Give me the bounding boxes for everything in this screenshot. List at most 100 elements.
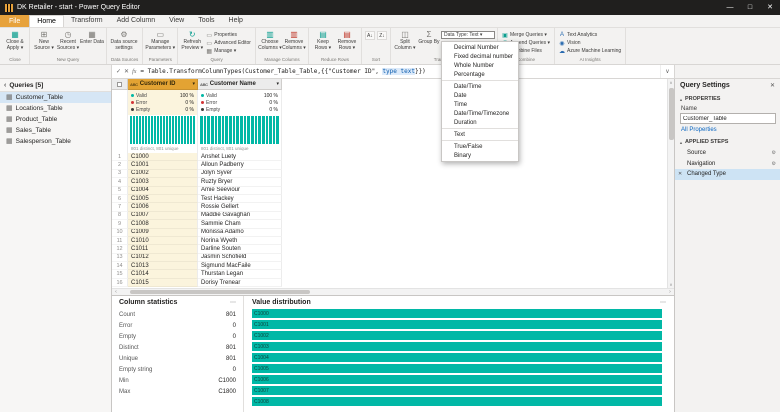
- cell-customer-id[interactable]: C1011: [128, 245, 198, 254]
- tab-transform[interactable]: Transform: [64, 15, 110, 27]
- cell-customer-id[interactable]: C1005: [128, 194, 198, 204]
- properties-section-header[interactable]: ▴ PROPERTIES: [675, 92, 780, 104]
- cell-customer-name[interactable]: Amie Seeviour: [198, 186, 282, 195]
- tab-home[interactable]: Home: [29, 15, 64, 27]
- merge-queries-button[interactable]: ▣ Merge Queries ▾: [500, 31, 552, 39]
- manage-parameters-button[interactable]: ▭ Manage Parameters ▾: [145, 29, 175, 56]
- value-distribution-menu-icon[interactable]: ⋯: [660, 299, 666, 306]
- new-source-button[interactable]: ⊞ New Source ▾: [32, 29, 56, 56]
- group-by-button[interactable]: Σ Group By: [417, 29, 441, 56]
- value-bar[interactable]: C1007: [252, 386, 662, 395]
- scroll-up-icon[interactable]: ∧: [670, 79, 673, 86]
- menu-item-text[interactable]: Text: [442, 130, 518, 139]
- query-item-product-table[interactable]: ▦ Product_Table: [0, 114, 111, 125]
- step-settings-icon[interactable]: ⚙: [772, 161, 776, 167]
- horizontal-scrollbar-thumb[interactable]: [130, 290, 310, 294]
- value-bar[interactable]: C1008: [252, 397, 662, 406]
- cell-customer-name[interactable]: Rossie Gellert: [198, 203, 282, 212]
- data-type-button[interactable]: Data Type: Text ▾ Decimal Number Fixed de…: [440, 31, 519, 162]
- tab-help[interactable]: Help: [222, 15, 250, 27]
- cell-customer-id[interactable]: C1006: [128, 203, 198, 212]
- remove-columns-button[interactable]: ▥ Remove Columns ▾: [282, 29, 306, 56]
- data-source-settings-button[interactable]: ⚙ Data source settings: [109, 29, 139, 56]
- all-properties-link[interactable]: All Properties: [675, 124, 780, 135]
- keep-rows-button[interactable]: ▤ Keep Rows ▾: [311, 29, 335, 56]
- cell-customer-name[interactable]: Sigmund MacFaile: [198, 262, 282, 271]
- value-bar[interactable]: C1003: [252, 342, 662, 351]
- cell-customer-name[interactable]: Monissa Adamo: [198, 228, 282, 237]
- formula-input[interactable]: = Table.TransformColumnTypes(Customer_Ta…: [140, 65, 660, 78]
- cell-customer-name[interactable]: Jolyn Syver: [198, 169, 282, 179]
- tab-view[interactable]: View: [162, 15, 191, 27]
- value-bar[interactable]: C1004: [252, 353, 662, 362]
- cell-customer-name[interactable]: Maddie Gavaghan: [198, 211, 282, 221]
- row-number[interactable]: 12: [112, 245, 128, 254]
- query-item-customer-table[interactable]: ▦ Customer_Table: [0, 92, 111, 103]
- row-number[interactable]: 6: [112, 194, 128, 204]
- vertical-scrollbar[interactable]: ∧ ∨: [667, 79, 674, 288]
- cell-customer-id[interactable]: C1015: [128, 278, 198, 288]
- choose-columns-button[interactable]: ▥ Choose Columns ▾: [258, 29, 282, 56]
- advanced-editor-button[interactable]: ▭ Advanced Editor: [204, 39, 253, 47]
- menu-item-whole-number[interactable]: Whole Number: [442, 61, 518, 70]
- scroll-right-icon[interactable]: ›: [666, 289, 674, 295]
- cell-customer-id[interactable]: C1004: [128, 186, 198, 195]
- recent-sources-button[interactable]: ◷ Recent Sources ▾: [56, 29, 80, 56]
- cell-customer-id[interactable]: C1012: [128, 253, 198, 263]
- cell-customer-id[interactable]: C1001: [128, 161, 198, 170]
- row-number[interactable]: 13: [112, 253, 128, 263]
- menu-item-fixed-decimal-number[interactable]: Fixed decimal number: [442, 52, 518, 61]
- row-number[interactable]: 3: [112, 169, 128, 179]
- sort-descending-button[interactable]: Z↓: [376, 31, 387, 40]
- row-number[interactable]: 8: [112, 211, 128, 221]
- cell-customer-id[interactable]: C1000: [128, 153, 198, 162]
- scroll-down-icon[interactable]: ∨: [670, 281, 673, 288]
- menu-item-binary[interactable]: Binary: [442, 151, 518, 160]
- cancel-formula-icon[interactable]: ✕: [124, 68, 129, 75]
- sort-ascending-button[interactable]: A↓: [364, 31, 375, 40]
- column-header-customer-id[interactable]: ABC Customer ID ▾: [128, 79, 198, 90]
- cell-customer-name[interactable]: Dorisy Trenear: [198, 278, 282, 288]
- row-number[interactable]: 5: [112, 186, 128, 195]
- menu-item-date-time[interactable]: Date/Time: [442, 82, 518, 91]
- menu-item-true-false[interactable]: True/False: [442, 142, 518, 151]
- delete-step-icon[interactable]: ✕: [678, 171, 682, 177]
- close-and-apply-button[interactable]: ▦ Close & Apply ▾: [3, 29, 27, 56]
- cell-customer-id[interactable]: C1010: [128, 236, 198, 246]
- menu-item-duration[interactable]: Duration: [442, 118, 518, 127]
- applied-step-source[interactable]: Source ⚙: [675, 148, 780, 159]
- row-number[interactable]: 10: [112, 228, 128, 237]
- query-item-salesperson-table[interactable]: ▦ Salesperson_Table: [0, 136, 111, 147]
- row-number[interactable]: 16: [112, 278, 128, 288]
- menu-item-percentage[interactable]: Percentage: [442, 70, 518, 79]
- menu-item-date[interactable]: Date: [442, 91, 518, 100]
- cell-customer-name[interactable]: Jasmin Schofield: [198, 253, 282, 263]
- menu-item-date-time-timezone[interactable]: Date/Time/Timezone: [442, 109, 518, 118]
- applied-step-changed-type[interactable]: ✕ Changed Type: [675, 169, 780, 180]
- split-column-button[interactable]: ◫ Split Column ▾: [393, 29, 417, 56]
- cell-customer-name[interactable]: Anshet Luety: [198, 153, 282, 162]
- cell-customer-name[interactable]: Norina Wyeth: [198, 236, 282, 246]
- row-number[interactable]: 9: [112, 220, 128, 229]
- close-window-button[interactable]: ✕: [760, 0, 780, 15]
- manage-button[interactable]: ▦ Manage ▾: [204, 47, 253, 55]
- maximize-button[interactable]: □: [740, 0, 760, 15]
- collapse-queries-icon[interactable]: ‹: [4, 82, 6, 89]
- cell-customer-id[interactable]: C1007: [128, 211, 198, 221]
- refresh-preview-button[interactable]: ↻ Refresh Preview ▾: [180, 29, 204, 56]
- row-number[interactable]: 7: [112, 203, 128, 212]
- horizontal-scrollbar[interactable]: ‹ ›: [112, 288, 674, 295]
- minimize-button[interactable]: —: [720, 0, 740, 15]
- cell-customer-id[interactable]: C1009: [128, 228, 198, 237]
- cell-customer-name[interactable]: Sammie Cham: [198, 220, 282, 229]
- properties-button[interactable]: ▭ Properties: [204, 31, 253, 39]
- cell-customer-name[interactable]: Test Hackey: [198, 194, 282, 204]
- remove-rows-button[interactable]: ▤ Remove Rows ▾: [335, 29, 359, 56]
- scroll-left-icon[interactable]: ‹: [112, 289, 120, 295]
- query-name-input[interactable]: [680, 113, 776, 124]
- value-bar[interactable]: C1002: [252, 331, 662, 340]
- enter-data-button[interactable]: ▦ Enter Data: [80, 29, 104, 56]
- cell-customer-name[interactable]: Alloun Padberry: [198, 161, 282, 170]
- filter-icon[interactable]: ▾: [276, 81, 279, 87]
- text-analytics-button[interactable]: A Text Analytics: [557, 31, 623, 39]
